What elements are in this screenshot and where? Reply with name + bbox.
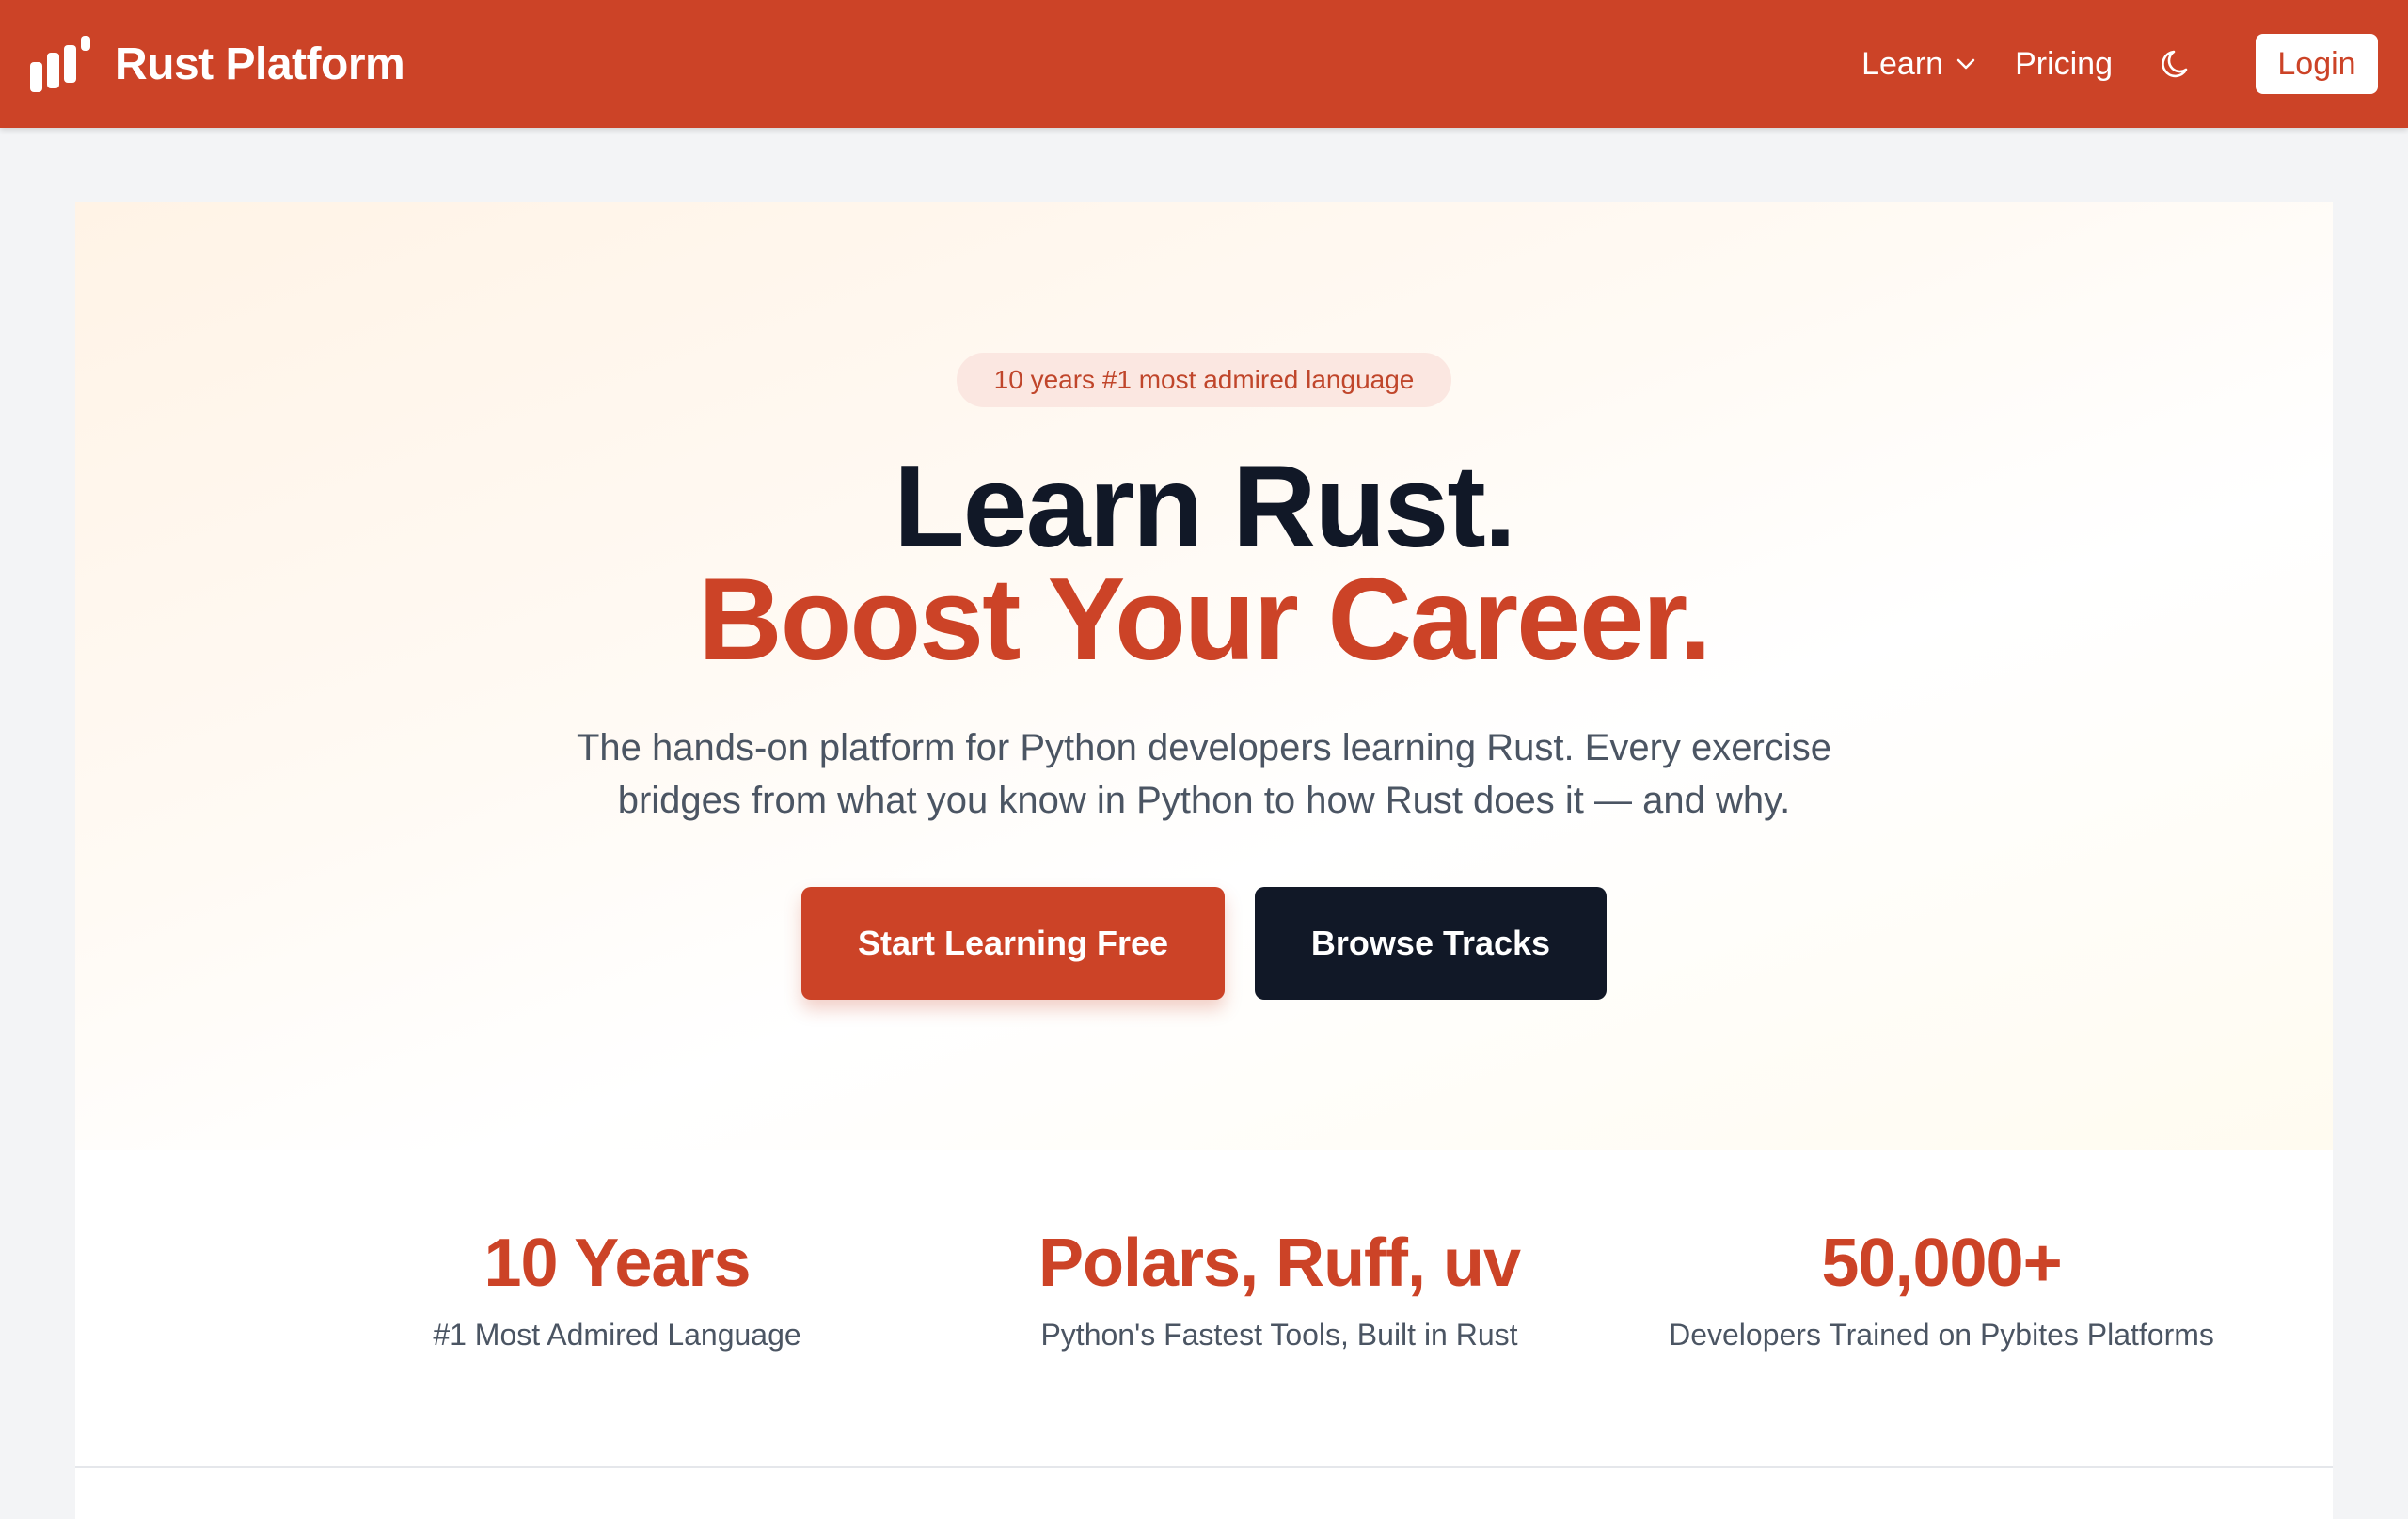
top-navbar: Rust Platform Learn Pricing Login bbox=[0, 0, 2408, 128]
learn-dropdown[interactable]: Learn bbox=[1861, 46, 1977, 83]
admired-badge: 10 years #1 most admired language bbox=[957, 353, 1451, 407]
browse-tracks-button[interactable]: Browse Tracks bbox=[1255, 887, 1607, 1000]
login-button[interactable]: Login bbox=[2256, 34, 2378, 94]
stat-label: #1 Most Admired Language bbox=[433, 1318, 801, 1352]
hero-section: 10 years #1 most admired language Learn … bbox=[75, 202, 2333, 1150]
bar-chart-logo-icon bbox=[30, 36, 90, 92]
stat-label: Python's Fastest Tools, Built in Rust bbox=[1040, 1318, 1518, 1352]
hero-subtitle: The hands-on platform for Python develop… bbox=[546, 721, 1862, 827]
pricing-link[interactable]: Pricing bbox=[2015, 46, 2113, 83]
subtitle-line-2: bridges from what you know in Python to … bbox=[617, 780, 1791, 821]
section-divider bbox=[75, 1466, 2333, 1468]
brand-name: Rust Platform bbox=[115, 39, 405, 89]
stat-value: 50,000+ bbox=[1821, 1226, 2062, 1301]
headline-line-1: Learn Rust. bbox=[893, 442, 1516, 572]
nav-links: Learn Pricing Login bbox=[1861, 32, 2378, 96]
moon-icon[interactable] bbox=[2158, 45, 2195, 83]
subtitle-line-1: The hands-on platform for Python develop… bbox=[576, 727, 1831, 768]
stat-value: 10 Years bbox=[483, 1226, 752, 1301]
stat-value: Polars, Ruff, uv bbox=[1038, 1226, 1521, 1301]
stat-item: Polars, Ruff, uv Python's Fastest Tools,… bbox=[922, 1226, 1637, 1353]
landing-card: 10 years #1 most admired language Learn … bbox=[75, 202, 2333, 1519]
start-learning-button[interactable]: Start Learning Free bbox=[801, 887, 1225, 1000]
stat-item: 50,000+ Developers Trained on Pybites Pl… bbox=[1584, 1226, 2299, 1353]
learn-label: Learn bbox=[1861, 45, 1944, 82]
headline-line-2: Boost Your Career. bbox=[698, 555, 1712, 685]
stat-item: 10 Years #1 Most Admired Language bbox=[260, 1226, 974, 1353]
chevron-down-icon bbox=[1956, 58, 1975, 70]
stat-label: Developers Trained on Pybites Platforms bbox=[1669, 1318, 2214, 1352]
stats-section: 10 Years #1 Most Admired Language Polars… bbox=[75, 1150, 2333, 1461]
brand-link[interactable]: Rust Platform bbox=[28, 28, 405, 100]
